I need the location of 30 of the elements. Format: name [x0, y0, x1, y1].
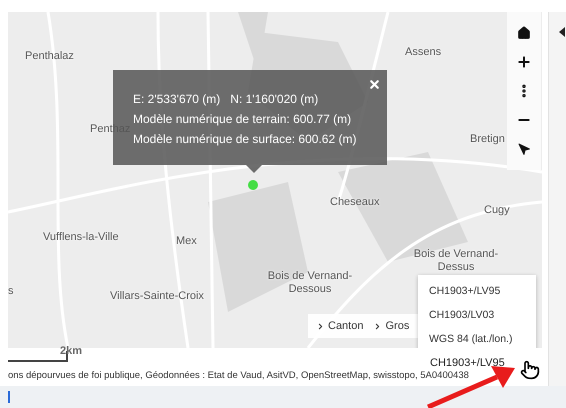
place-label: Bois de Vernand-Dessous: [266, 270, 354, 296]
zoom-in-icon[interactable]: [516, 54, 532, 70]
projection-option[interactable]: CH1903/LV03: [418, 303, 536, 327]
place-label: Villars-Sainte-Croix: [110, 290, 204, 303]
place-label: s: [8, 285, 14, 298]
coordinate-text: E: 2'533'670 (m): [133, 92, 220, 107]
breadcrumb-link[interactable]: Canton: [316, 320, 364, 332]
text-cursor-icon: [8, 391, 10, 403]
attribution-text: ons dépourvues de foi publique, Géodonnées : Etat de Vaud, AsitVD, OpenStreetMap, swisstopo, 5A0400438: [8, 370, 469, 381]
place-label: Bois de Vernand-Dessus: [412, 248, 500, 274]
elevation-text: Modèle numérique de surface: 600.62 (m): [133, 132, 358, 147]
location-marker: [248, 180, 258, 190]
scale-label: 2km: [60, 345, 82, 357]
place-label: Cheseaux: [330, 196, 380, 209]
place-label: Penthalaz: [25, 50, 74, 63]
place-label: Assens: [405, 46, 442, 59]
home-icon[interactable]: [517, 26, 531, 40]
place-label: Vufflens-la-Ville: [43, 231, 119, 244]
collapse-icon[interactable]: [559, 27, 565, 37]
arrow-icon[interactable]: [518, 142, 530, 156]
projection-option[interactable]: WGS 84 (lat./lon.): [418, 327, 536, 348]
coordinate-text: N: 1'160'020 (m): [230, 92, 318, 107]
close-icon[interactable]: [368, 78, 381, 91]
place-label: Mex: [176, 235, 197, 248]
breadcrumb-link[interactable]: Gros: [373, 320, 410, 332]
place-label: Cugy: [484, 204, 510, 217]
elevation-text: Modèle numérique de terrain: 600.77 (m): [133, 112, 352, 127]
place-label: Bretign: [470, 133, 505, 146]
chevron-icon: [316, 322, 325, 330]
projection-option[interactable]: CH1903+/LV95: [418, 279, 536, 303]
